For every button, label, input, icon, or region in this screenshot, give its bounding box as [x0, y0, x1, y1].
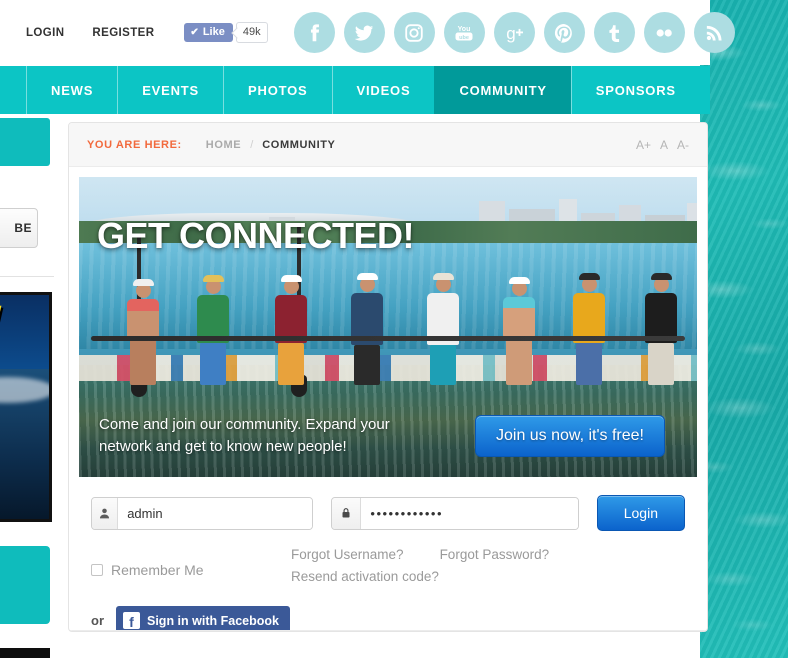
font-normal-button[interactable]: A	[660, 138, 668, 152]
person	[127, 279, 159, 385]
facebook-like-count: 49k	[235, 22, 268, 43]
font-decrease-button[interactable]: A-	[677, 138, 689, 152]
font-increase-button[interactable]: A+	[636, 138, 651, 152]
breadcrumb-prefix: YOU ARE HERE:	[87, 138, 182, 151]
or-label: or	[91, 613, 104, 628]
register-link[interactable]: REGISTER	[78, 27, 168, 39]
svg-text:ube: ube	[459, 35, 469, 41]
main-navigation: NEWS EVENTS PHOTOS VIDEOS COMMUNITY SPON…	[0, 66, 710, 114]
person	[427, 273, 459, 385]
social-login-row: or f Sign in with Facebook	[91, 606, 685, 631]
facebook-signin-label: Sign in with Facebook	[147, 613, 279, 628]
nav-item-sponsors[interactable]: SPONSORS	[570, 66, 700, 114]
rss-icon[interactable]	[693, 12, 735, 53]
check-icon: ✔	[190, 26, 199, 38]
person	[645, 273, 677, 385]
hero-copy: Come and join our community. Expand your…	[99, 416, 390, 455]
remember-me-checkbox[interactable]: Remember Me	[91, 547, 291, 584]
instagram-icon[interactable]	[393, 12, 435, 53]
sidebar-teal-block-bottom	[0, 546, 50, 624]
nav-item-photos[interactable]: PHOTOS	[223, 66, 331, 114]
user-icon	[92, 497, 119, 529]
nav-item-videos[interactable]: VIDEOS	[331, 66, 435, 114]
font-size-controls: A+ A A-	[636, 138, 689, 152]
social-links: You ube g	[293, 12, 735, 53]
sidebar-divider	[0, 276, 54, 277]
nav-item-news[interactable]: NEWS	[26, 66, 117, 114]
person	[573, 273, 605, 385]
paddle-shafts	[91, 336, 685, 341]
auth-links: LOGIN REGISTER	[0, 27, 168, 39]
facebook-signin-button[interactable]: f Sign in with Facebook	[116, 606, 290, 631]
content-card: YOU ARE HERE: HOME / COMMUNITY A+ A A- G…	[68, 122, 708, 632]
helper-links-top: Forgot Username? Forgot Password?	[291, 547, 549, 562]
hero-footer: Come and join our community. Expand your…	[79, 395, 697, 477]
person	[503, 277, 535, 385]
checkbox-box[interactable]	[91, 563, 103, 576]
svg-text:g: g	[506, 24, 515, 43]
breadcrumb-home-link[interactable]: HOME	[206, 139, 241, 151]
remember-me-label: Remember Me	[111, 561, 204, 578]
person	[275, 275, 307, 385]
sidebar-dark-block	[0, 648, 50, 658]
ad-wave-image	[0, 369, 49, 519]
username-field-wrap[interactable]	[91, 496, 314, 530]
googleplus-icon[interactable]: g	[493, 12, 535, 53]
tumblr-icon[interactable]	[593, 12, 635, 53]
nav-left-spacer	[0, 66, 26, 114]
person	[351, 273, 383, 385]
hero-title: GET CONNECTED!	[97, 215, 415, 256]
lock-icon	[332, 497, 362, 529]
water-background	[700, 0, 788, 658]
password-input[interactable]	[361, 497, 578, 529]
login-link[interactable]: LOGIN	[12, 27, 78, 39]
sidebar-advertisement[interactable]: S! ries sh	[0, 292, 52, 522]
hero-banner: GET CONNECTED! Come and join our communi…	[79, 177, 697, 477]
helper-links: Forgot Username? Forgot Password? Resend…	[291, 547, 549, 584]
password-field-wrap[interactable]	[331, 496, 579, 530]
login-options-row: Remember Me Forgot Username? Forgot Pass…	[91, 547, 685, 584]
facebook-icon[interactable]	[293, 12, 335, 53]
facebook-like-button[interactable]: ✔ Like	[184, 23, 233, 42]
breadcrumb: YOU ARE HERE: HOME / COMMUNITY A+ A A-	[69, 123, 707, 167]
facebook-like-widget[interactable]: ✔ Like 49k	[184, 22, 268, 43]
breadcrumb-separator: /	[250, 138, 254, 151]
person	[197, 275, 229, 385]
breadcrumb-current: COMMUNITY	[262, 138, 336, 151]
card-bottom-divider	[69, 630, 707, 631]
sidebar-teal-block-top	[0, 118, 50, 166]
join-now-button[interactable]: Join us now, it's free!	[474, 415, 665, 457]
facebook-like-label: Like	[202, 26, 225, 38]
youtube-icon[interactable]: You ube	[443, 12, 485, 53]
ad-headline: S!	[0, 299, 2, 342]
sidebar-subscribe-button[interactable]: BE	[0, 208, 38, 248]
forgot-username-link[interactable]: Forgot Username?	[291, 547, 404, 562]
flickr-icon[interactable]	[643, 12, 685, 53]
login-form: Login Remember Me Forgot Username? Forgo…	[69, 477, 707, 631]
forgot-password-link[interactable]: Forgot Password?	[440, 547, 550, 562]
resend-activation-link[interactable]: Resend activation code?	[291, 569, 549, 584]
username-input[interactable]	[118, 497, 313, 529]
pinterest-icon[interactable]	[543, 12, 585, 53]
nav-item-community[interactable]: COMMUNITY	[434, 66, 571, 114]
svg-text:You: You	[458, 26, 471, 33]
facebook-icon: f	[123, 612, 140, 629]
left-sidebar: BE S! ries sh	[0, 114, 54, 658]
nav-item-events[interactable]: EVENTS	[117, 66, 223, 114]
login-input-row: Login	[91, 495, 685, 531]
top-bar: LOGIN REGISTER ✔ Like 49k You ube g	[0, 0, 735, 65]
twitter-icon[interactable]	[343, 12, 385, 53]
hero-people	[79, 225, 697, 397]
login-button[interactable]: Login	[596, 495, 685, 531]
